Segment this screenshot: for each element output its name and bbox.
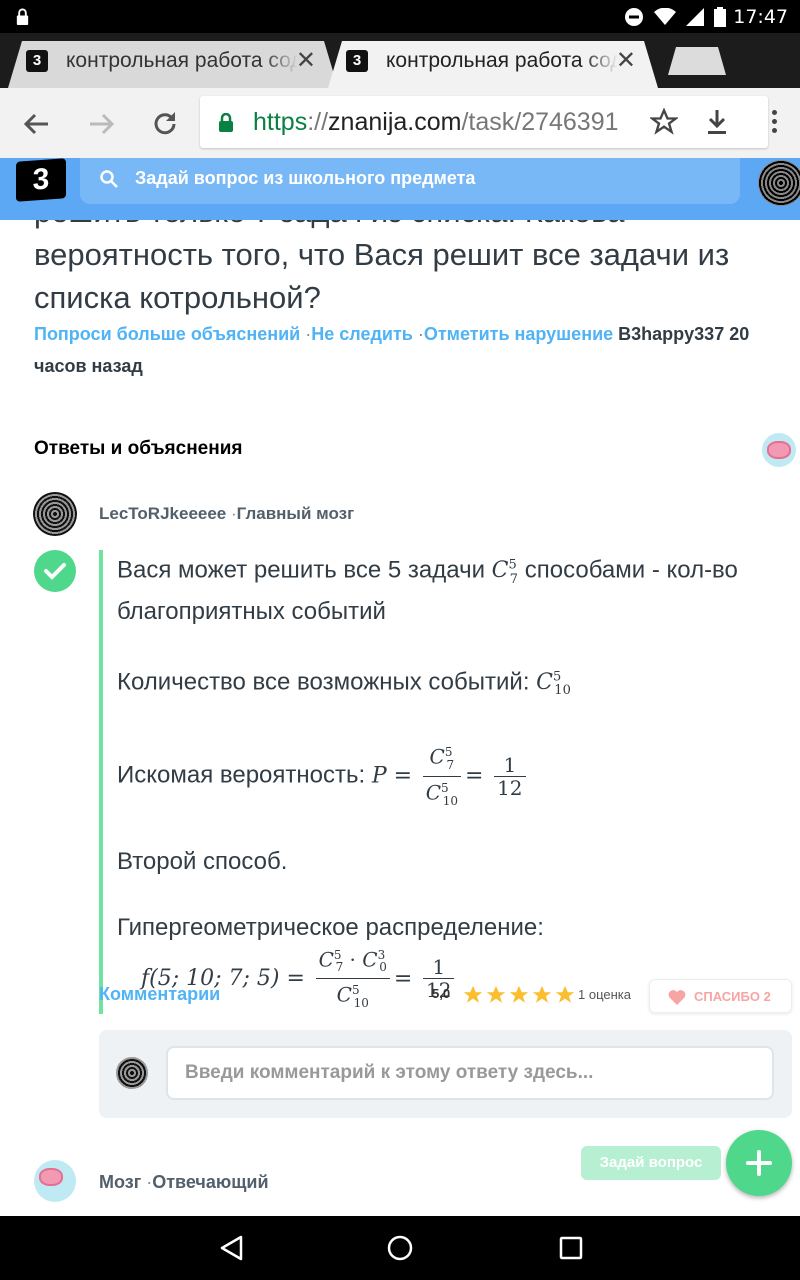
search-icon: [100, 170, 118, 188]
brain-avatar-icon: [762, 433, 796, 467]
tab-title: контрольная работа содержит: [386, 49, 618, 72]
ask-more-link[interactable]: Попроси больше объяснений: [34, 324, 300, 344]
reload-icon[interactable]: [151, 110, 179, 138]
question-meta: Попроси больше объяснений ·Не следить ·О…: [34, 324, 750, 376]
search-bar[interactable]: Задай вопрос из школьного предмета: [80, 158, 740, 204]
thanks-button[interactable]: СПАСИБО 2: [649, 979, 792, 1013]
answer-paragraph: Вася может решить все 5 задачи C57 спосо…: [117, 556, 738, 625]
star-icon[interactable]: [554, 984, 576, 1006]
comment-input[interactable]: Введи комментарий к этому ответу здесь..…: [166, 1046, 774, 1100]
answer2-author: Мозг ·Отвечающий: [99, 1172, 269, 1192]
answer-paragraph: Искомая вероятность: P = C57 C510 = 1 12: [117, 741, 789, 811]
user-avatar[interactable]: [758, 160, 800, 206]
rating-stars[interactable]: [462, 984, 576, 1006]
question-text: решить только 7 задач из списка. Какова …: [34, 220, 730, 315]
tab-strip: 3 контрольная работа содержит ✕ 3 контро…: [0, 33, 800, 88]
star-icon[interactable]: [508, 984, 530, 1006]
back-icon[interactable]: [218, 1234, 244, 1262]
author-name[interactable]: Мозг: [99, 1172, 141, 1192]
url-field[interactable]: https://znanija.com/task/2746391: [200, 96, 768, 148]
unfollow-link[interactable]: Не следить: [311, 324, 413, 344]
star-icon[interactable]: [462, 984, 484, 1006]
wifi-icon: [654, 8, 676, 25]
report-link[interactable]: Отметить нарушение: [424, 324, 613, 344]
forward-arrow-icon[interactable]: [88, 110, 116, 138]
site-header: 3 Задай вопрос из школьного предмета: [0, 158, 800, 220]
author-rank: Отвечающий: [152, 1172, 269, 1192]
answer-author-avatar[interactable]: [33, 492, 77, 536]
heart-icon: [668, 990, 686, 1005]
author-name[interactable]: LecToRJkeeeee: [99, 504, 226, 523]
page-content: решить только 7 задач из списка. Какова …: [0, 220, 800, 1216]
author-rank: Главный мозг: [236, 504, 355, 523]
comment-area: Введи комментарий к этому ответу здесь..…: [99, 1030, 792, 1118]
download-icon[interactable]: [705, 108, 729, 136]
answer-paragraph: Второй способ.: [117, 847, 288, 875]
favicon-icon: 3: [26, 50, 48, 72]
home-icon[interactable]: [386, 1234, 414, 1262]
add-question-fab[interactable]: [726, 1130, 792, 1196]
math-fraction: C57 C510: [422, 741, 461, 811]
best-answer-check-icon: [34, 550, 76, 592]
answer2-avatar[interactable]: [34, 1160, 76, 1202]
math-formula: P =: [371, 763, 413, 789]
site-logo[interactable]: 3: [16, 158, 66, 202]
math-fraction: 1 12: [494, 754, 526, 799]
clock: 17:47: [733, 6, 788, 28]
favicon-icon: 3: [346, 50, 368, 72]
overflow-menu-icon[interactable]: [772, 110, 778, 137]
do-not-disturb-icon: [625, 8, 643, 26]
search-placeholder: Задай вопрос из школьного предмета: [135, 168, 476, 188]
answers-heading: Ответы и объяснения: [34, 438, 243, 459]
answer-author: LecToRJkeeeee ·Главный мозг: [99, 504, 355, 523]
star-icon[interactable]: [531, 984, 553, 1006]
commenter-avatar: [116, 1057, 148, 1089]
close-tab-icon[interactable]: ✕: [296, 41, 316, 81]
battery-icon: [714, 7, 726, 27]
question-author[interactable]: B3happy337: [618, 324, 724, 344]
bookmark-star-icon[interactable]: [650, 108, 678, 136]
new-tab-button[interactable]: [668, 47, 726, 75]
close-tab-icon[interactable]: ✕: [616, 41, 636, 81]
answer-body: Вася может решить все 5 задачи C57 спосо…: [99, 550, 789, 1015]
back-arrow-icon[interactable]: [22, 110, 50, 138]
math-formula: C510: [536, 669, 571, 699]
tab-title: контрольная работа содержит: [66, 49, 298, 72]
lock-icon: [16, 8, 29, 25]
browser-tab-1[interactable]: 3 контрольная работа содержит ✕: [8, 41, 338, 88]
secure-lock-icon: [219, 113, 233, 132]
answer-paragraph: Количество все возможных событий: C510: [117, 668, 571, 699]
rating-value: 5,0: [432, 986, 451, 1001]
comments-link[interactable]: Комментарии: [99, 984, 220, 1005]
url-text: https://znanija.com/task/2746391: [253, 108, 619, 136]
star-icon[interactable]: [485, 984, 507, 1006]
recents-icon[interactable]: [558, 1234, 584, 1262]
math-fraction: C57 · C30 C510: [315, 944, 390, 1014]
browser-tab-2[interactable]: 3 контрольная работа содержит ✕: [328, 41, 658, 88]
signal-icon: [686, 8, 704, 26]
system-nav-bar: [0, 1216, 800, 1280]
status-bar: 17:47: [0, 0, 800, 33]
address-bar: https://znanija.com/task/2746391: [0, 88, 800, 158]
math-formula: C57: [491, 558, 519, 587]
rating-count: 1 оценка: [578, 987, 631, 1002]
ask-question-button[interactable]: Задай вопрос: [581, 1146, 721, 1180]
